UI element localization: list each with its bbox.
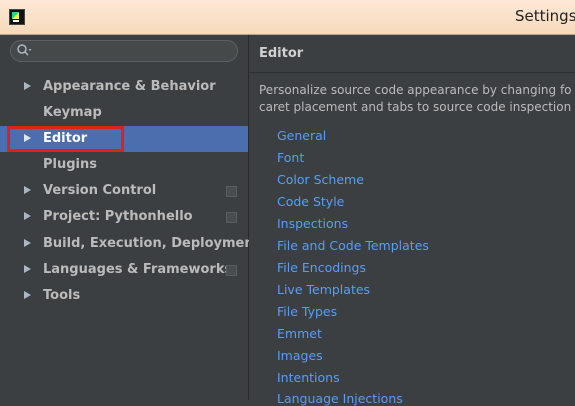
settings-sidebar: Appearance & Behavior Keymap Editor Plug… xyxy=(0,35,260,400)
link-file-encodings[interactable]: File Encodings xyxy=(277,260,366,275)
project-scope-icon xyxy=(226,212,237,223)
expand-arrow-icon[interactable] xyxy=(24,186,31,194)
sidebar-item-label: Languages & Frameworks xyxy=(43,262,233,277)
panel-description-line-1: Personalize source code appearance by ch… xyxy=(259,83,572,97)
sidebar-item-label: Appearance & Behavior xyxy=(43,79,216,94)
search-icon xyxy=(17,44,32,56)
link-general[interactable]: General xyxy=(277,128,326,143)
sidebar-item-keymap[interactable]: Keymap xyxy=(0,100,248,126)
expand-arrow-icon[interactable] xyxy=(24,212,31,220)
link-images[interactable]: Images xyxy=(277,348,323,363)
sidebar-item-label: Plugins xyxy=(43,157,97,172)
expand-arrow-icon[interactable] xyxy=(24,82,31,90)
panel-description-line-2: caret placement and tabs to source code … xyxy=(259,100,572,114)
sidebar-item-label: Version Control xyxy=(43,183,157,198)
window-titlebar: Settings xyxy=(0,0,575,35)
link-file-and-code-templates[interactable]: File and Code Templates xyxy=(277,238,429,253)
sidebar-item-label: Tools xyxy=(43,288,81,303)
project-scope-icon xyxy=(226,186,237,197)
link-font[interactable]: Font xyxy=(277,150,304,165)
sidebar-item-plugins[interactable]: Plugins xyxy=(0,152,248,178)
annotation-highlight-box xyxy=(7,126,124,152)
sidebar-item-languages-frameworks[interactable]: Languages & Frameworks xyxy=(0,257,248,283)
sidebar-item-label: Build, Execution, Deployment xyxy=(43,236,260,251)
project-scope-icon xyxy=(226,265,237,276)
link-inspections[interactable]: Inspections xyxy=(277,216,348,231)
window-title: Settings xyxy=(515,7,575,25)
pycharm-app-icon xyxy=(9,9,25,25)
link-file-types[interactable]: File Types xyxy=(277,304,337,319)
sidebar-item-label: Project: Pythonhello xyxy=(43,209,193,224)
sidebar-item-tools[interactable]: Tools xyxy=(0,283,248,309)
expand-arrow-icon[interactable] xyxy=(24,239,31,247)
settings-content-panel: Editor Personalize source code appearanc… xyxy=(249,35,575,406)
sidebar-item-label: Keymap xyxy=(43,105,102,120)
sidebar-item-build-execution-deployment[interactable]: Build, Execution, Deployment xyxy=(0,231,260,257)
link-emmet[interactable]: Emmet xyxy=(277,326,322,341)
expand-arrow-icon[interactable] xyxy=(24,265,31,273)
link-color-scheme[interactable]: Color Scheme xyxy=(277,172,364,187)
link-intentions[interactable]: Intentions xyxy=(277,370,340,385)
settings-search-input[interactable] xyxy=(10,40,238,62)
link-code-style[interactable]: Code Style xyxy=(277,194,344,209)
sidebar-item-project[interactable]: Project: Pythonhello xyxy=(0,204,248,230)
sidebar-item-version-control[interactable]: Version Control xyxy=(0,178,248,204)
sidebar-item-appearance-behavior[interactable]: Appearance & Behavior xyxy=(0,74,248,100)
link-live-templates[interactable]: Live Templates xyxy=(277,282,370,297)
panel-title: Editor xyxy=(259,46,304,61)
panel-divider xyxy=(249,72,575,73)
link-language-injections[interactable]: Language Injections xyxy=(277,391,403,406)
expand-arrow-icon[interactable] xyxy=(24,291,31,299)
